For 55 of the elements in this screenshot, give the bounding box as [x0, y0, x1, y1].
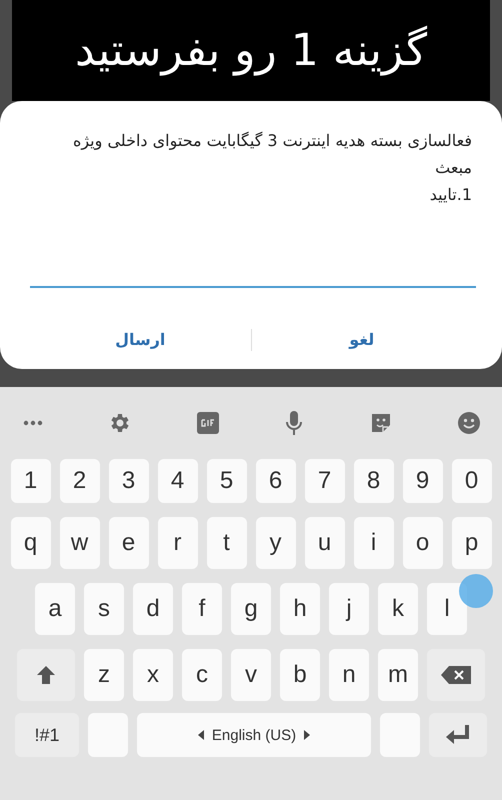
keyboard-key[interactable]: j	[329, 583, 369, 635]
keyboard-key[interactable]: i	[354, 517, 394, 569]
dialog-message: فعالسازی بسته هدیه اینترنت 3 گیگابایت محتوای داخلی ویژه مبعث	[72, 130, 472, 179]
keyboard-key[interactable]: 5	[206, 459, 246, 503]
keyboard-key[interactable]: 3	[108, 459, 148, 503]
keyboard-key[interactable]: m	[378, 649, 418, 701]
keyboard-key[interactable]: 8	[354, 459, 394, 503]
gif-icon[interactable]	[196, 411, 220, 435]
keyboard-key[interactable]: 9	[402, 459, 442, 503]
keyboard-key[interactable]: x	[133, 649, 173, 701]
microphone-icon[interactable]	[284, 410, 304, 436]
arrow-up-icon	[35, 664, 57, 686]
keyboard-key[interactable]: o	[402, 517, 442, 569]
keyboard-key[interactable]: g	[231, 583, 271, 635]
keyboard-key[interactable]: y	[256, 517, 296, 569]
keyboard-key[interactable]: t	[206, 517, 246, 569]
keyboard-key[interactable]: 0	[452, 459, 492, 503]
enter-icon	[445, 725, 471, 745]
keyboard-key[interactable]: q	[10, 517, 50, 569]
keyboard-key[interactable]: s	[84, 583, 124, 635]
keyboard-key[interactable]: 6	[256, 459, 296, 503]
keyboard-key[interactable]: n	[329, 649, 369, 701]
keyboard-key[interactable]: c	[182, 649, 222, 701]
keyboard-key[interactable]: l	[427, 583, 467, 635]
keyboard-key[interactable]: f	[182, 583, 222, 635]
keyboard-key[interactable]: 4	[158, 459, 198, 503]
left-arrow-icon	[198, 730, 204, 740]
keyboard-key[interactable]: p	[452, 517, 492, 569]
shift-key[interactable]	[17, 649, 75, 701]
backspace-key[interactable]	[427, 649, 485, 701]
emoji-icon[interactable]	[456, 411, 481, 435]
keyboard-key[interactable]: 1	[10, 459, 50, 503]
keyboard-key[interactable]: z	[84, 649, 124, 701]
keyboard-key[interactable]: u	[304, 517, 344, 569]
dialog-button[interactable]: لغو	[252, 322, 472, 357]
symbols-key[interactable]: !#1	[15, 713, 79, 757]
keyboard-key[interactable]: 2	[60, 459, 100, 503]
backspace-icon	[441, 666, 471, 684]
keyboard-key[interactable]: b	[280, 649, 320, 701]
keyboard-key[interactable]: h	[280, 583, 320, 635]
keyboard-key[interactable]: w	[60, 517, 100, 569]
caption-text: گزینه 1 رو بفرستید	[74, 25, 428, 76]
keyboard-key[interactable]: a	[35, 583, 75, 635]
space-key[interactable]: English (US)	[137, 713, 371, 757]
keyboard-key[interactable]: e	[108, 517, 148, 569]
keyboard-key[interactable]: k	[378, 583, 418, 635]
enter-key[interactable]	[429, 713, 487, 757]
dialog-option: 1.تایید	[30, 181, 472, 208]
keyboard-key[interactable]: d	[133, 583, 173, 635]
dialog-button[interactable]: ارسال	[30, 322, 250, 357]
more-icon[interactable]	[23, 420, 43, 426]
keyboard-key[interactable]: 7	[304, 459, 344, 503]
keyboard-key[interactable]: v	[231, 649, 271, 701]
keyboard-key[interactable]: r	[158, 517, 198, 569]
right-arrow-icon	[304, 730, 310, 740]
